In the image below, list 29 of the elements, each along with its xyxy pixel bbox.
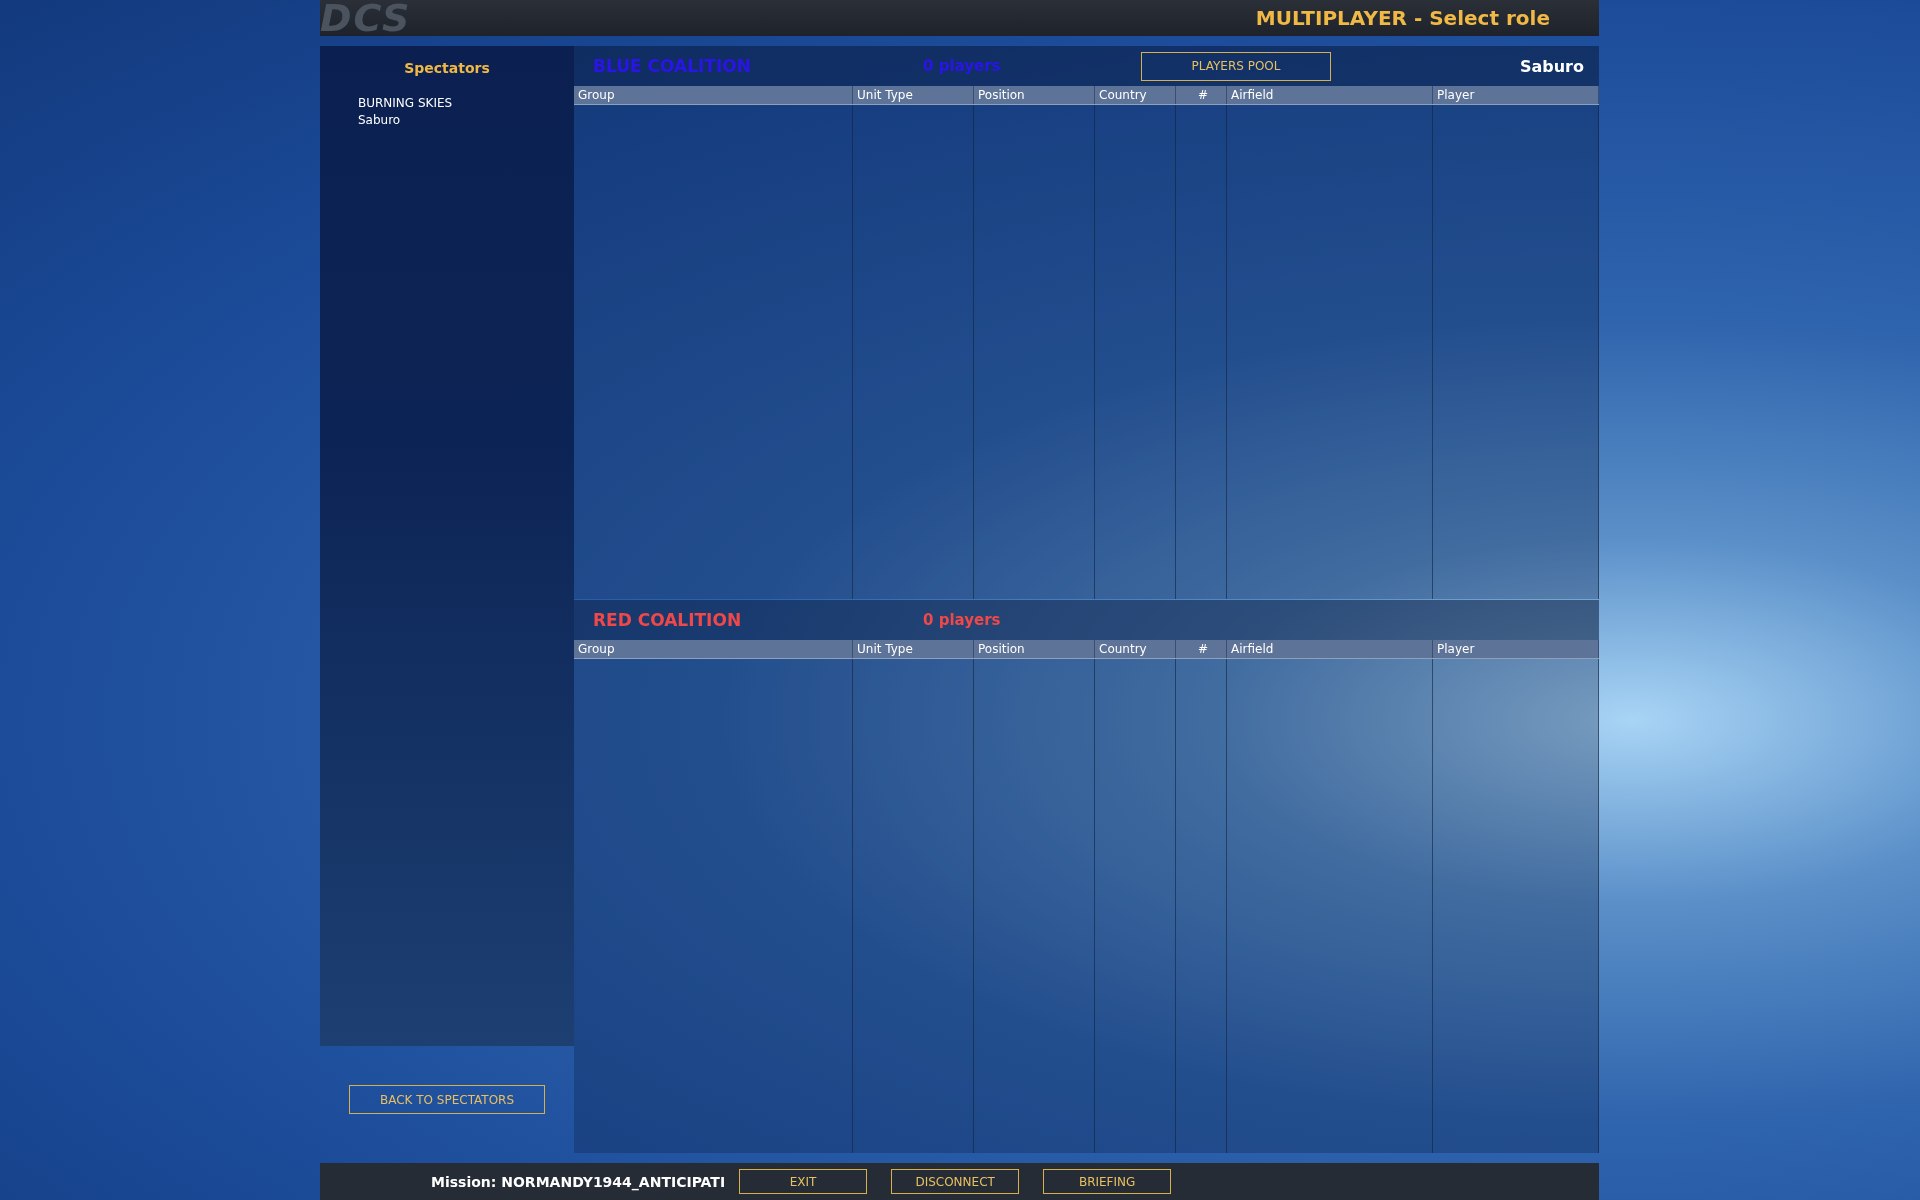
coalition-name: BLUE COALITION bbox=[593, 56, 752, 76]
coalition-name: RED COALITION bbox=[593, 610, 743, 630]
spectator-name[interactable]: Saburo bbox=[358, 113, 574, 128]
column-header[interactable]: Unit Type bbox=[853, 86, 974, 104]
column-header[interactable]: Position bbox=[974, 640, 1095, 658]
bar-button[interactable]: EXIT bbox=[739, 1169, 868, 1194]
column-header[interactable]: Airfield bbox=[1227, 86, 1433, 104]
spectator-name[interactable]: BURNING SKIES bbox=[358, 96, 574, 111]
spectators-title: Spectators bbox=[403, 59, 491, 76]
column-header[interactable]: # bbox=[1176, 86, 1227, 104]
column-header[interactable]: Position bbox=[974, 86, 1095, 104]
mission-name: Mission: NORMANDY1944_ANTICIPATI bbox=[431, 1173, 726, 1190]
column-header[interactable]: # bbox=[1176, 640, 1227, 658]
column-header[interactable]: Group bbox=[574, 640, 853, 658]
bar-button[interactable]: DISCONNECT bbox=[891, 1169, 1020, 1194]
column-header[interactable]: Group bbox=[574, 86, 853, 104]
column-header[interactable]: Unit Type bbox=[853, 640, 974, 658]
current-player-name: Saburo bbox=[1519, 56, 1584, 76]
back-to-spectators-button[interactable]: BACK TO SPECTATORS bbox=[349, 1085, 545, 1114]
column-header[interactable]: Player bbox=[1433, 86, 1599, 104]
bar-button[interactable]: BRIEFING bbox=[1043, 1169, 1172, 1194]
window-title: MULTIPLAYER - Select role bbox=[1255, 6, 1551, 30]
players-pool-button[interactable]: PLAYERS POOL bbox=[1141, 51, 1331, 81]
column-header[interactable]: Player bbox=[1433, 640, 1599, 658]
player-count: 0 players bbox=[923, 57, 1002, 75]
column-header[interactable]: Country bbox=[1095, 640, 1176, 658]
column-header[interactable]: Country bbox=[1095, 86, 1176, 104]
player-count: 0 players bbox=[923, 611, 1002, 629]
column-header[interactable]: Airfield bbox=[1227, 640, 1433, 658]
